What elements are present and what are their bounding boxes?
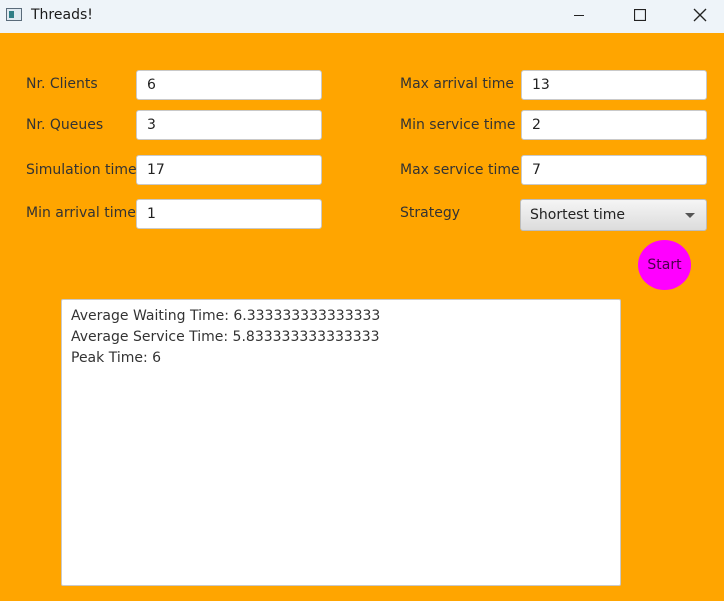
min-arrival-time-label: Min arrival time	[26, 205, 136, 221]
close-button[interactable]	[677, 0, 723, 30]
nr-clients-label: Nr. Clients	[26, 76, 98, 92]
results-line-average-waiting-time: Average Waiting Time: 6.333333333333333	[71, 308, 381, 324]
title-bar: Threads!	[0, 0, 724, 33]
results-line-peak-time: Peak Time: 6	[71, 350, 162, 366]
results-text-area[interactable]: Average Waiting Time: 6.333333333333333 …	[61, 299, 621, 586]
app-window-icon	[6, 8, 22, 21]
nr-clients-field[interactable]	[136, 70, 322, 100]
min-service-time-field[interactable]	[521, 110, 707, 140]
max-service-time-label: Max service time	[400, 162, 520, 178]
min-service-time-label: Min service time	[400, 117, 516, 133]
nr-queues-field[interactable]	[136, 110, 322, 140]
simulation-time-label: Simulation time	[26, 162, 137, 178]
max-arrival-time-label: Max arrival time	[400, 76, 514, 92]
simulation-time-field[interactable]	[136, 155, 322, 185]
close-icon	[693, 8, 707, 22]
min-arrival-time-field[interactable]	[136, 199, 322, 229]
start-button[interactable]: Start	[638, 240, 691, 290]
strategy-selected-value: Shortest time	[530, 207, 626, 223]
strategy-select[interactable]: Shortest time	[520, 199, 707, 231]
strategy-label: Strategy	[400, 205, 460, 221]
results-line-average-service-time: Average Service Time: 5.833333333333333	[71, 329, 380, 345]
minimize-button[interactable]	[556, 0, 602, 30]
maximize-button[interactable]	[617, 0, 663, 30]
maximize-icon	[634, 9, 646, 21]
main-panel: Nr. Clients Nr. Queues Simulation time M…	[0, 33, 724, 601]
chevron-down-icon	[685, 213, 695, 218]
minimize-icon	[574, 15, 584, 16]
window-title: Threads!	[31, 7, 93, 23]
nr-queues-label: Nr. Queues	[26, 117, 104, 133]
max-arrival-time-field[interactable]	[521, 70, 707, 100]
max-service-time-field[interactable]	[521, 155, 707, 185]
